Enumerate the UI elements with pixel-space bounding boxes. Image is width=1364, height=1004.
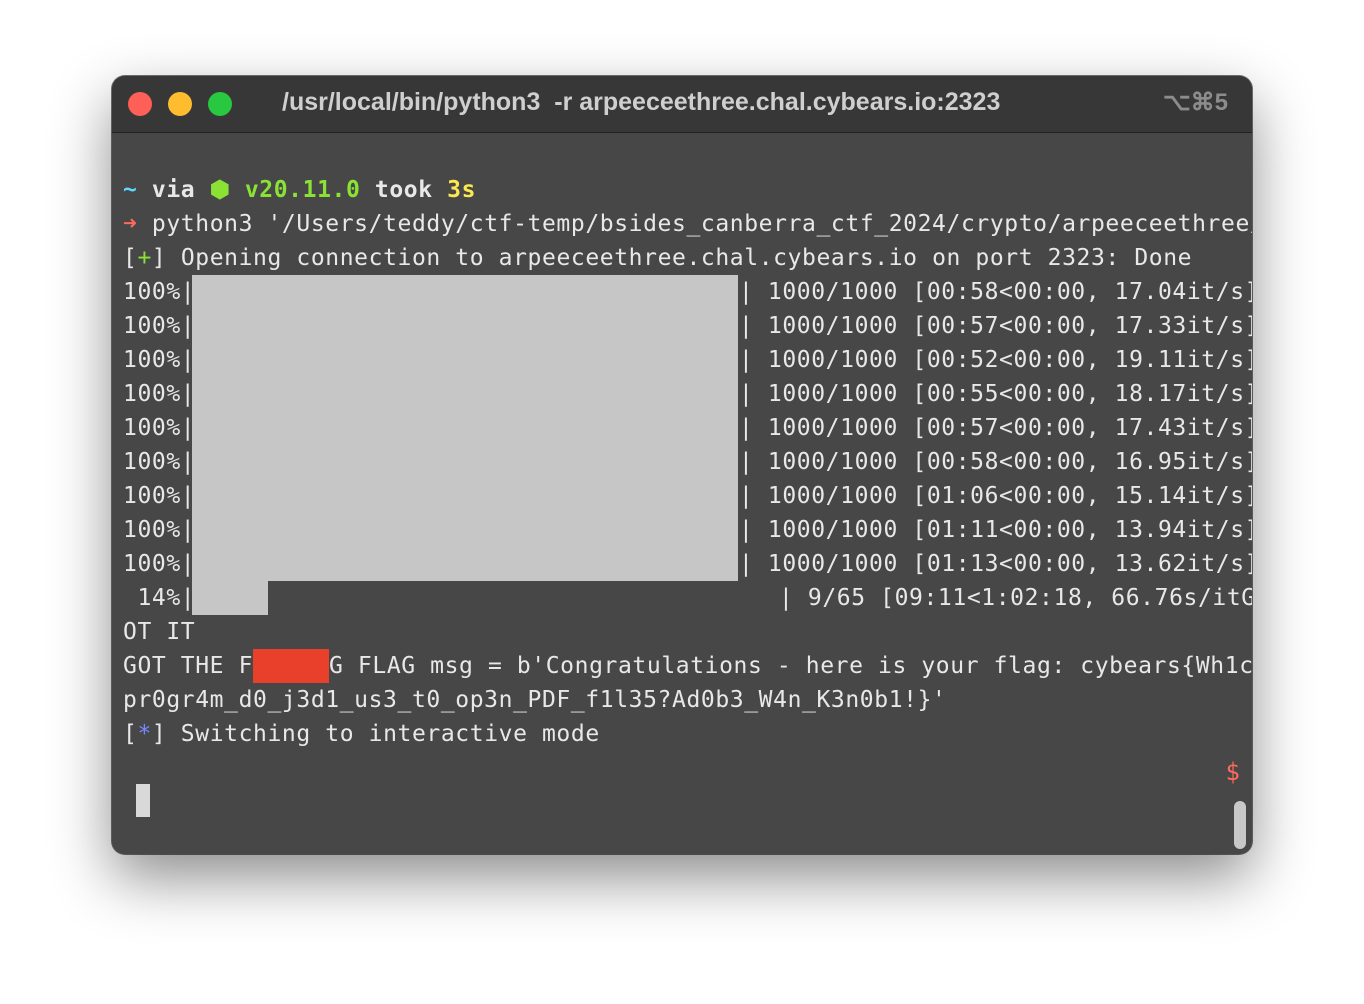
window-title: /usr/local/bin/python3 -r arpeeceethree.… [282, 88, 1001, 116]
node-version: v20.11.0 [244, 177, 361, 203]
progress-bar-fill [192, 411, 738, 445]
progress-percent: 100%| [123, 551, 196, 577]
progress-bar-fill [192, 377, 738, 411]
progress-bar-fill [192, 479, 738, 513]
bracket-close: ] [151, 721, 167, 747]
prompt-line: ~ via ⬢ v20.11.0 took 3s [123, 173, 476, 207]
prompt-took: took [374, 177, 433, 203]
progress-stats: | 1000/1000 [00:55<00:00, 18.17it/s] [739, 381, 1252, 407]
node-icon: ⬢ [209, 177, 231, 203]
plus-marker: + [137, 245, 152, 271]
progress-bar-fill [192, 445, 738, 479]
flag-prefix: GOT THE F [123, 653, 254, 679]
prompt-via: via [151, 177, 196, 203]
star-marker: * [137, 721, 152, 747]
bracket-open: [ [123, 721, 138, 747]
progress-percent: 100%| [123, 517, 196, 543]
progress-percent: 100%| [123, 313, 196, 339]
command-line: ➜ python3 '/Users/teddy/ctf-temp/bsides_… [123, 207, 1252, 241]
connection-line: [+] Opening connection to arpeeceethree.… [123, 245, 1193, 271]
close-button[interactable] [128, 92, 152, 116]
command-text: python3 '/Users/teddy/ctf-temp/bsides_ca… [151, 211, 1252, 237]
terminal-window: /usr/local/bin/python3 -r arpeeceethree.… [112, 76, 1252, 854]
progress-bar-fill [192, 343, 738, 377]
minimize-button[interactable] [168, 92, 192, 116]
progress-bar-fill [192, 581, 268, 615]
flag-line: GOT THE F G FLAG msg = b'Congratulations … [123, 649, 1252, 683]
progress-stats: | 1000/1000 [00:58<00:00, 17.04it/s] [739, 279, 1252, 305]
flag-continuation: pr0gr4m_d0_j3d1_us3_t0_op3n_PDF_f1l35?Ad… [123, 687, 947, 713]
prompt-arrow-icon: ➜ [123, 211, 138, 237]
progress-stats: | 1000/1000 [01:13<00:00, 13.62it/s] [739, 551, 1252, 577]
progress-percent: 100%| [123, 449, 196, 475]
progress-stats: | 1000/1000 [01:11<00:00, 13.94it/s] [739, 517, 1252, 543]
interactive-text: Switching to interactive mode [166, 721, 600, 747]
progress-bar-fill [192, 513, 738, 547]
title-bar: /usr/local/bin/python3 -r arpeeceethree.… [112, 76, 1252, 133]
progress-percent: 100%| [123, 415, 196, 441]
shell-dollar: $ [1225, 758, 1240, 786]
home-tilde: ~ [123, 177, 138, 203]
redaction-box [253, 649, 330, 683]
progress-bar-fill [192, 275, 738, 309]
progress-percent: 100%| [123, 347, 196, 373]
progress-bar-fill [192, 547, 738, 581]
progress-stats: | 9/65 [09:11<1:02:18, 66.76s/itG [779, 585, 1252, 611]
progress-stats: | 1000/1000 [00:57<00:00, 17.33it/s] [739, 313, 1252, 339]
prompt-duration: 3s [447, 177, 477, 203]
interactive-line: [*] Switching to interactive mode [123, 717, 600, 751]
progress-stats: | 1000/1000 [00:57<00:00, 17.43it/s] [739, 415, 1252, 441]
scrollbar[interactable] [1234, 801, 1246, 849]
progress-percent: 100%| [123, 381, 196, 407]
progress-percent: 100%| [123, 483, 196, 509]
progress-percent: 14%| [123, 585, 196, 611]
terminal-content[interactable]: ~ via ⬢ v20.11.0 took 3s ➜ python3 '/Use… [112, 133, 1252, 854]
progress-stats: | 1000/1000 [01:06<00:00, 15.14it/s] [739, 483, 1252, 509]
progress-stats: | 1000/1000 [00:52<00:00, 19.11it/s] [739, 347, 1252, 373]
flag-suffix: G FLAG msg = b'Congratulations - here is… [329, 653, 1252, 679]
progress-percent: 100%| [123, 279, 196, 305]
text-cursor [136, 784, 150, 817]
got-it-line: OT IT [123, 619, 196, 645]
zoom-button[interactable] [208, 92, 232, 116]
connection-text: Opening connection to arpeeceethree.chal… [180, 245, 1193, 271]
progress-stats: | 1000/1000 [00:58<00:00, 16.95it/s] [739, 449, 1252, 475]
progress-bar-fill [192, 309, 738, 343]
window-shortcut: ⌥⌘5 [1162, 89, 1228, 116]
